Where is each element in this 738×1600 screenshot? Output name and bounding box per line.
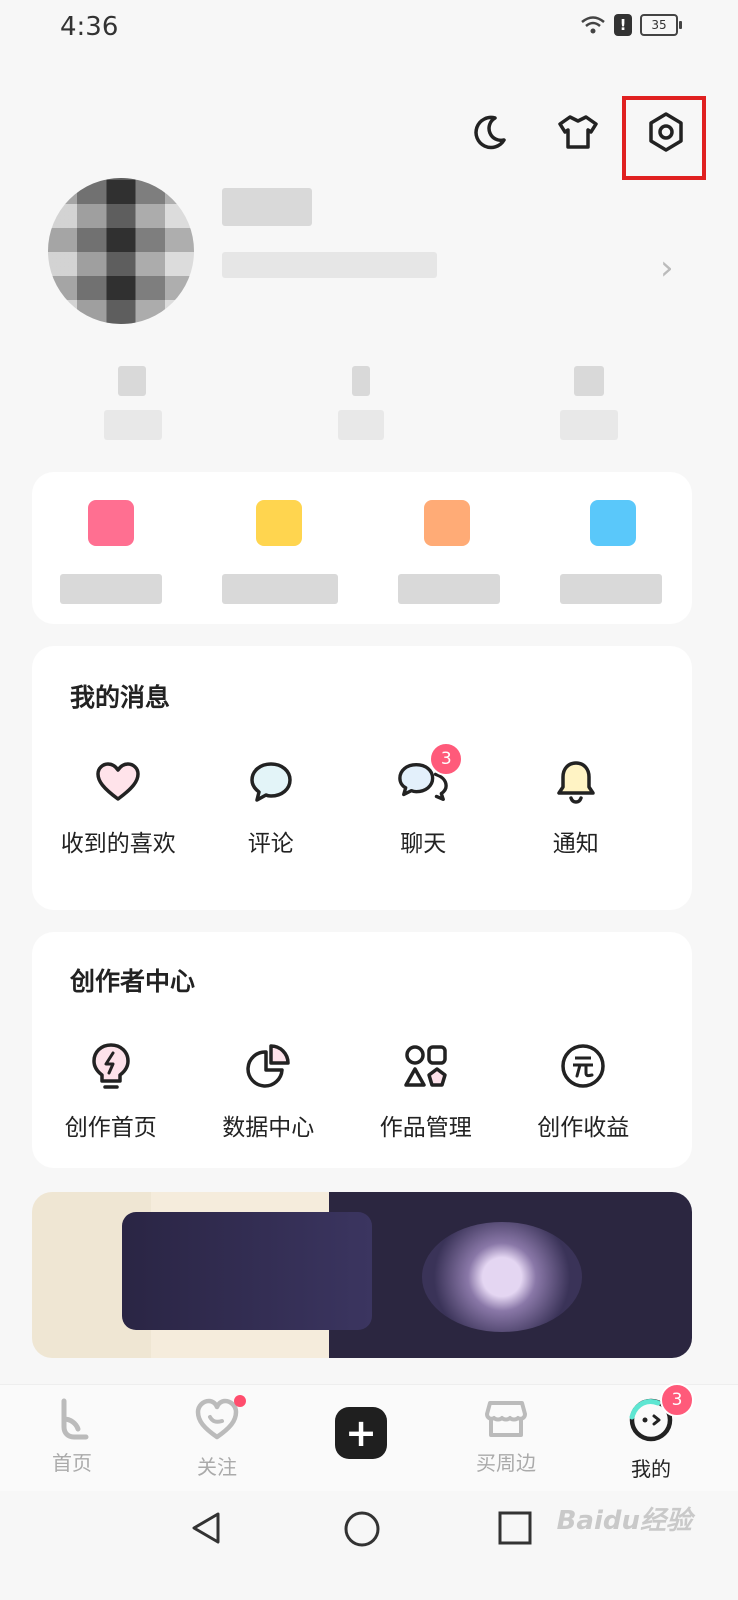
nav-publish[interactable]: + (306, 1407, 416, 1459)
yuan-icon (557, 1040, 609, 1092)
home-circle-icon[interactable] (343, 1510, 381, 1548)
quick-entry-icon-4[interactable] (590, 500, 636, 546)
message-item-likes[interactable]: 收到的喜欢 (42, 756, 195, 858)
creator-item-works[interactable]: 作品管理 (347, 1040, 505, 1142)
follow-icon (195, 1398, 239, 1440)
quick-entry-icon-3[interactable] (424, 500, 470, 546)
nav-home[interactable]: 首页 (17, 1397, 127, 1476)
nav-label: 关注 (197, 1455, 237, 1479)
creator-title: 创作者中心 (70, 967, 196, 996)
quick-entry-label-4 (560, 574, 662, 604)
creator-item-label: 作品管理 (379, 1115, 472, 1141)
stat-label-1 (104, 410, 162, 440)
back-icon[interactable] (188, 1510, 224, 1546)
shirt-icon[interactable] (554, 108, 602, 156)
creator-item-home[interactable]: 创作首页 (32, 1040, 190, 1142)
message-item-notifications[interactable]: 通知 (500, 756, 653, 858)
home-icon (61, 1398, 89, 1440)
banner-image (422, 1222, 582, 1332)
nav-label: 买周边 (476, 1451, 536, 1475)
comment-icon (245, 756, 297, 808)
message-item-label: 收到的喜欢 (60, 831, 176, 857)
shop-icon (485, 1401, 527, 1437)
battery-icon: 35 (640, 14, 682, 36)
messages-grid: 收到的喜欢 评论 3 聊天 通知 (42, 742, 653, 858)
quick-entries-card (32, 472, 692, 624)
me-badge: 3 (660, 1383, 694, 1417)
alert-icon: ! (614, 14, 632, 36)
stat-value-1 (118, 366, 146, 396)
messages-title: 我的消息 (70, 683, 171, 712)
lightbulb-icon (85, 1040, 137, 1092)
moon-icon[interactable] (466, 108, 514, 156)
messages-card: 我的消息 收到的喜欢 评论 3 聊天 通知 (32, 646, 692, 910)
follow-dot (234, 1395, 246, 1407)
nav-follow[interactable]: 关注 (162, 1395, 272, 1480)
quick-entry-label-3 (398, 574, 500, 604)
quick-entry-icon-2[interactable] (256, 500, 302, 546)
bottom-nav: 首页 关注 + 买周边 3 我的 (0, 1383, 738, 1491)
message-item-chat[interactable]: 3 聊天 (347, 742, 500, 858)
wifi-icon (581, 16, 605, 34)
stat-label-2 (338, 410, 384, 440)
creator-item-label: 创作收益 (537, 1115, 630, 1141)
creator-item-data[interactable]: 数据中心 (190, 1040, 348, 1142)
avatar[interactable] (48, 178, 194, 324)
message-item-comments[interactable]: 评论 (195, 756, 348, 858)
username-blurred (222, 188, 312, 226)
baidu-watermark: Baidu经验 (556, 1506, 692, 1536)
stat-label-3 (560, 410, 618, 440)
creator-card: 创作者中心 创作首页 数据中心 作品管理 创作收益 (32, 932, 692, 1168)
bell-icon (550, 756, 602, 808)
quick-entry-label-1 (60, 574, 162, 604)
heart-icon (92, 756, 144, 808)
creator-item-label: 数据中心 (222, 1115, 315, 1141)
banner-text-area (122, 1212, 372, 1330)
pie-chart-icon (242, 1040, 294, 1092)
message-item-label: 聊天 (400, 831, 447, 857)
nav-label: 我的 (631, 1457, 671, 1481)
nav-label: 首页 (52, 1451, 92, 1475)
nav-shop[interactable]: 买周边 (451, 1397, 561, 1476)
status-time: 4:36 (60, 12, 119, 42)
settings-highlight-box (622, 96, 706, 180)
user-id-blurred (222, 252, 437, 278)
creator-item-label: 创作首页 (64, 1115, 157, 1141)
stat-value-2 (352, 366, 370, 396)
creator-item-earnings[interactable]: 创作收益 (505, 1040, 663, 1142)
creator-grid: 创作首页 数据中心 作品管理 创作收益 (32, 1040, 662, 1142)
shapes-icon (400, 1040, 452, 1092)
quick-entry-label-2 (222, 574, 338, 604)
chat-icon: 3 (397, 742, 464, 808)
chevron-right-icon[interactable]: › (660, 248, 674, 288)
status-icons: ! 35 (580, 14, 682, 36)
recents-icon[interactable] (497, 1510, 533, 1546)
quick-entry-icon-1[interactable] (88, 500, 134, 546)
nav-me[interactable]: 3 我的 (596, 1383, 706, 1482)
plus-icon: + (335, 1407, 387, 1459)
message-item-label: 通知 (552, 831, 599, 857)
message-item-label: 评论 (247, 831, 294, 857)
chat-badge: 3 (429, 742, 464, 776)
promo-banner[interactable] (32, 1192, 692, 1358)
stat-value-3 (574, 366, 604, 396)
